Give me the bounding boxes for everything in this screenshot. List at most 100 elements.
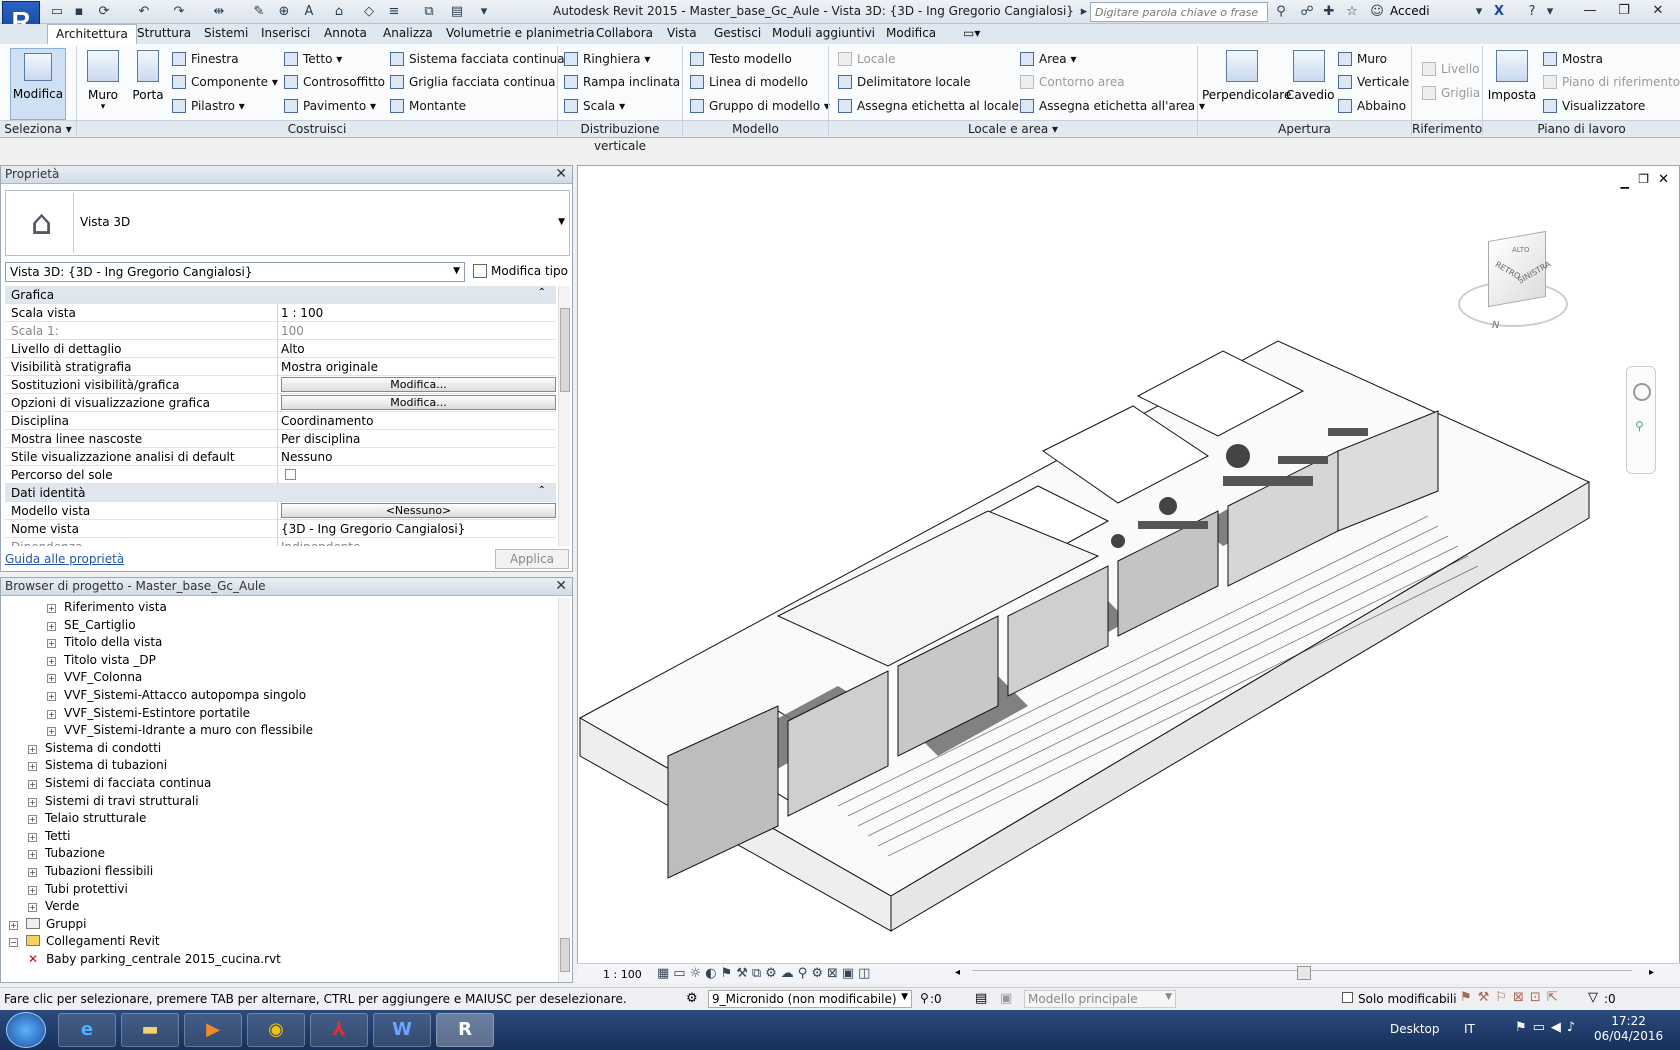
curtain-grid-button[interactable]: Griglia facciata continua (390, 75, 556, 89)
mullion-button[interactable]: Montante (390, 99, 466, 113)
expand-icon[interactable]: + (28, 868, 37, 877)
browser-tree-item[interactable]: + Sistema di tubazioni (28, 758, 167, 772)
expand-icon[interactable]: + (28, 744, 37, 754)
browser-tree-item[interactable]: + VVF_Sistemi-Idrante a muro con flessibi… (47, 723, 313, 737)
room-separator-button[interactable]: Delimitatore locale (838, 75, 971, 89)
property-value[interactable]: {3D - Ing Gregorio Cangialosi} (281, 522, 465, 536)
tab-vista[interactable]: Vista (667, 26, 697, 40)
property-row[interactable]: Visibilità stratigrafia Mostra originale (5, 358, 556, 376)
tray-icons[interactable]: ⚑▭◀♪ (1515, 1020, 1581, 1035)
close-icon[interactable]: ✕ (555, 166, 567, 182)
browser-tree-item[interactable]: + Tubazione (28, 846, 105, 860)
roof-button[interactable]: Tetto ▾ (284, 52, 342, 66)
properties-scrollbar[interactable] (558, 286, 570, 546)
property-row[interactable]: Livello di dettaglio Alto (5, 340, 556, 358)
expand-icon[interactable]: + (28, 797, 37, 807)
property-section[interactable]: Dati identità ⌃ (5, 484, 556, 502)
undo-icon[interactable]: ↶ (135, 3, 153, 21)
active-workset-select[interactable]: 9_Micronido (non modificabile) ▼ (708, 990, 912, 1008)
window-button[interactable]: Finestra (172, 52, 239, 66)
favorites-icon[interactable]: ☆ (1343, 3, 1361, 21)
grid-button[interactable]: Griglia (1422, 86, 1480, 100)
clock[interactable]: 17:22 06/04/2016 (1594, 1014, 1663, 1044)
tab-sistemi[interactable]: Sistemi (204, 26, 248, 40)
expand-icon[interactable]: + (47, 709, 56, 719)
browser-tree-item[interactable]: ✕ Baby parking_centrale 2015_cucina.rvt (28, 952, 281, 966)
chrome-icon[interactable]: ◉ (247, 1013, 305, 1047)
vertical-opening-button[interactable]: Verticale (1338, 75, 1409, 89)
expand-icon[interactable]: + (28, 815, 37, 825)
close-hidden-icon[interactable]: ⧉ (420, 3, 438, 21)
search-input[interactable]: Digitare parola chiave o frase (1090, 2, 1268, 22)
property-value[interactable]: Mostra originale (281, 360, 378, 374)
text-icon[interactable]: A (300, 3, 318, 21)
browser-tree-item[interactable]: + Titolo vista _DP (47, 653, 156, 667)
browser-tree-item[interactable]: + Tetti (28, 829, 70, 843)
property-value[interactable]: 100 (281, 324, 304, 338)
design-options-icon[interactable]: ▤ (975, 991, 987, 1006)
property-row[interactable]: Sostituzioni visibilità/grafica Modifica.… (5, 376, 556, 394)
tab-inserisci[interactable]: Inserisci (261, 26, 310, 40)
expand-icon[interactable]: + (47, 674, 56, 684)
tab-modifica[interactable]: Modifica (886, 26, 936, 40)
viewcube[interactable]: RETRO SINISTRA ALTO N (1458, 230, 1568, 336)
browser-tree-item[interactable]: + Verde (28, 899, 79, 913)
property-value[interactable]: 1 : 100 (281, 306, 323, 320)
revit-taskbar-icon[interactable]: R (436, 1013, 494, 1047)
design-option-select[interactable]: Modello principale ▼ (1024, 990, 1176, 1008)
filter-icon[interactable]: ▽ (1588, 990, 1598, 1005)
browser-tree-item[interactable]: + Riferimento vista (47, 600, 167, 614)
sync-icon[interactable]: ⟳ (95, 3, 113, 21)
tab-gestisci[interactable]: Gestisci (714, 26, 761, 40)
language-indicator[interactable]: IT (1464, 1022, 1475, 1036)
worksets-icon[interactable]: ⚙ (686, 991, 698, 1006)
sign-in-button[interactable]: Accedi (1390, 4, 1430, 18)
selection-filter-icons[interactable]: ⚑⚒⚐⊠⊡⇱ (1460, 990, 1564, 1005)
view-scale[interactable]: 1 : 100 (603, 968, 642, 981)
3d-view-icon[interactable]: ⌂ (330, 3, 348, 21)
expand-icon[interactable]: + (28, 903, 37, 913)
communication-icon[interactable]: ✚ (1320, 3, 1338, 21)
property-row[interactable]: Stile visualizzazione analisi di default… (5, 448, 556, 466)
browser-tree-item[interactable]: + VVF_Colonna (47, 670, 142, 684)
model-group-button[interactable]: Gruppo di modello ▾ (690, 99, 830, 113)
hscroll-left-icon[interactable]: ◂ (955, 967, 960, 978)
property-row[interactable]: Mostra linee nascoste Per disciplina (5, 430, 556, 448)
model-line-button[interactable]: Linea di modello (690, 75, 808, 89)
ref-plane-button[interactable]: Piano di riferimento (1543, 75, 1680, 89)
binoculars-icon[interactable]: ⚲ (1272, 3, 1290, 21)
browser-tree-item[interactable]: + VVF_Sistemi-Estintore portatile (47, 706, 250, 720)
thin-lines-icon[interactable]: ≡ (385, 3, 403, 21)
steering-wheel-icon[interactable] (1633, 383, 1651, 401)
expand-icon[interactable]: + (28, 885, 37, 895)
expand-icon[interactable]: + (28, 780, 37, 789)
property-row[interactable]: Opzioni di visualizzazione grafica Modifi… (5, 394, 556, 412)
floor-button[interactable]: Pavimento ▾ (284, 99, 376, 113)
property-edit-button[interactable]: Modifica... (281, 377, 556, 392)
ramp-button[interactable]: Rampa inclinata (564, 75, 680, 89)
restore-button[interactable]: ❐ (1610, 2, 1638, 20)
level-button[interactable]: Livello (1422, 62, 1480, 76)
tab-architettura[interactable]: Architettura (47, 24, 137, 44)
exchange-apps-icon[interactable]: X (1490, 3, 1508, 21)
chevron-down-icon[interactable]: ▼ (558, 217, 565, 227)
help-dropdown-icon[interactable]: ▾ (1541, 3, 1559, 21)
browser-tree-item[interactable]: + Gruppi (9, 917, 86, 931)
tab-struttura[interactable]: Struttura (137, 26, 191, 40)
component-button[interactable]: Componente ▾ (172, 75, 278, 89)
minimize-button[interactable]: — (1576, 2, 1604, 20)
property-row[interactable]: Disciplina Coordinamento (5, 412, 556, 430)
group-seleziona[interactable]: Seleziona ▾ (0, 120, 76, 137)
model-text-button[interactable]: Testo modello (690, 52, 792, 66)
area-boundary-button[interactable]: Contorno area (1020, 75, 1125, 89)
stair-button[interactable]: Scala ▾ (564, 99, 625, 113)
property-row[interactable]: Nome vista {3D - Ing Gregorio Cangialosi} (5, 520, 556, 538)
open-icon[interactable]: ▭ (48, 3, 66, 21)
viewcube-face-alto[interactable]: ALTO (1512, 246, 1530, 254)
ribbon-minimize-icon[interactable]: ▭▾ (963, 26, 980, 40)
hscroll-right-icon[interactable]: ▸ (1649, 967, 1654, 978)
close-icon[interactable]: ✕ (555, 578, 567, 594)
customize-qat-icon[interactable]: ▾ (475, 3, 493, 21)
property-edit-button[interactable]: Modifica... (281, 395, 556, 410)
property-value[interactable]: Nessuno (281, 450, 332, 464)
